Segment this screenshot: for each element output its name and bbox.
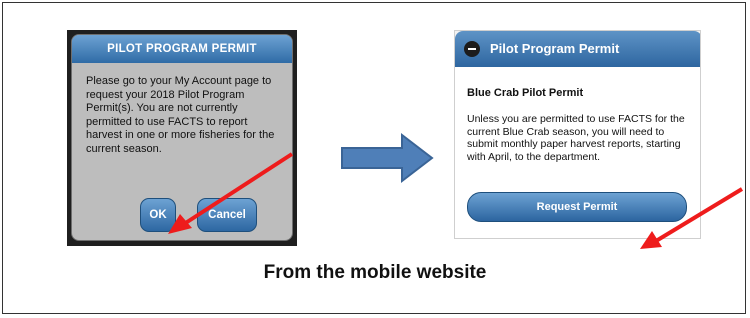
dialog-title: PILOT PROGRAM PERMIT [72,35,292,63]
panel-header[interactable]: Pilot Program Permit [455,31,700,67]
red-pointer-arrow-icon [640,187,744,249]
figure-caption: From the mobile website [263,262,487,283]
minus-circle-icon[interactable] [464,41,480,57]
permit-message: Unless you are permitted to use FACTS fo… [467,113,685,163]
permit-section-title: Blue Crab Pilot Permit [467,87,584,99]
panel-header-label: Pilot Program Permit [490,41,620,56]
right-arrow-icon [341,132,434,184]
dialog-message: Please go to your My Account page to req… [86,75,275,155]
red-pointer-arrow-icon [168,152,294,234]
